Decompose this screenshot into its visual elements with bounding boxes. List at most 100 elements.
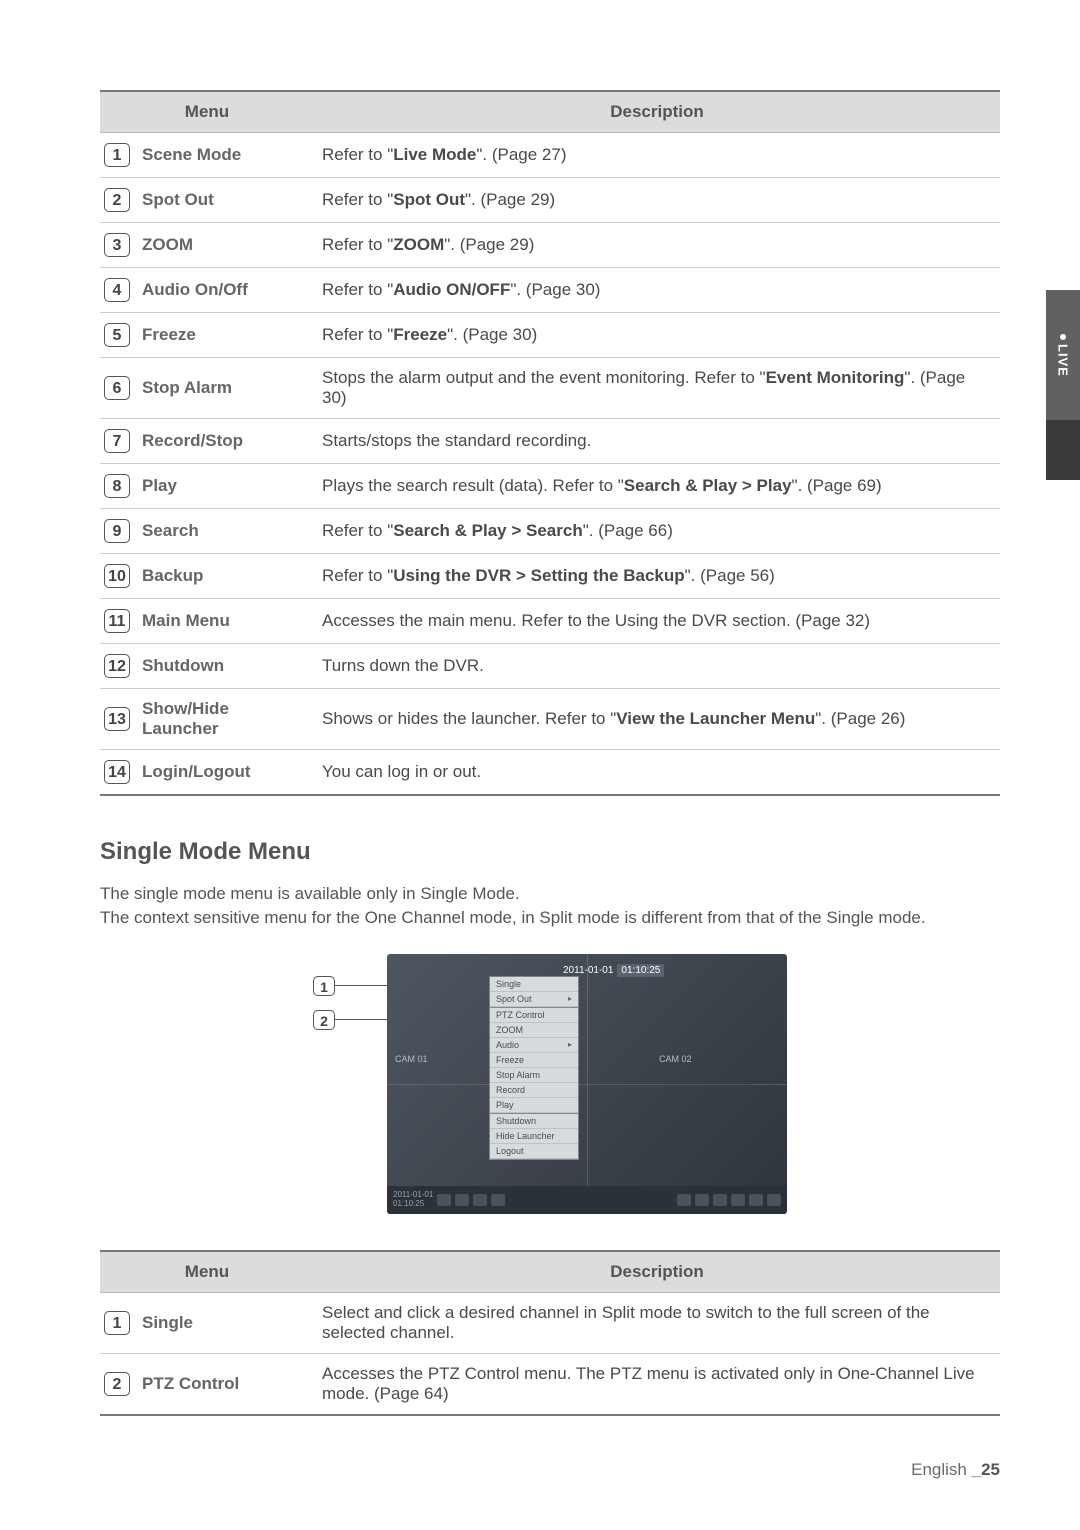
num-badge: 9 [104, 519, 130, 543]
ctx-item[interactable]: ZOOM [490, 1023, 578, 1038]
menu-table: Menu Description 1Scene ModeRefer to "Li… [100, 90, 1000, 796]
ctx-label: ZOOM [496, 1025, 523, 1035]
menu-desc: Select and click a desired channel in Sp… [314, 1292, 1000, 1353]
row-num: 12 [100, 644, 134, 689]
callout-line-icon [335, 985, 387, 987]
table-row: 14Login/LogoutYou can log in or out. [100, 750, 1000, 796]
menu-name: PTZ Control [134, 1353, 314, 1415]
num-badge: 11 [104, 609, 130, 633]
num-badge: 4 [104, 278, 130, 302]
menu-desc: You can log in or out. [314, 750, 1000, 796]
table-row: 1SingleSelect and click a desired channe… [100, 1292, 1000, 1353]
side-tab-label: LIVE [1056, 334, 1071, 377]
ctx-item[interactable]: Logout [490, 1144, 578, 1159]
context-menu: SingleSpot Out▸PTZ Control ZOOM Audio▸Free… [489, 976, 579, 1160]
row-num: 4 [100, 268, 134, 313]
bar-icon [731, 1194, 745, 1206]
num-badge: 12 [104, 654, 130, 678]
bar-ts-time: 01:10:25 [393, 1199, 424, 1208]
single-mode-table: Menu Description 1SingleSelect and click… [100, 1250, 1000, 1416]
row-num: 1 [100, 1292, 134, 1353]
ctx-item[interactable]: Spot Out▸ [490, 992, 578, 1007]
grid-line-icon [387, 1084, 787, 1085]
menu-name: Single [134, 1292, 314, 1353]
row-num: 13 [100, 689, 134, 750]
menu-name: ZOOM [134, 223, 314, 268]
ts-date: 2011-01-01 [563, 965, 613, 976]
section-intro: The single mode menu is available only i… [100, 882, 1000, 930]
table-row: 3ZOOMRefer to "ZOOM". (Page 29) [100, 223, 1000, 268]
menu-desc: Accesses the main menu. Refer to the Usi… [314, 599, 1000, 644]
row-num: 5 [100, 313, 134, 358]
ctx-item[interactable]: Record [490, 1083, 578, 1098]
num-badge: 3 [104, 233, 130, 257]
footer: English _25 [911, 1460, 1000, 1480]
menu-desc: Stops the alarm output and the event mon… [314, 358, 1000, 419]
callout-badge-1: 1 [313, 976, 335, 996]
num-badge: 2 [104, 188, 130, 212]
table-row: 6Stop AlarmStops the alarm output and th… [100, 358, 1000, 419]
table-row: 13Show/Hide LauncherShows or hides the l… [100, 689, 1000, 750]
callout-badge-2: 2 [313, 1010, 335, 1030]
num-badge: 7 [104, 429, 130, 453]
row-num: 2 [100, 178, 134, 223]
menu-name: Search [134, 509, 314, 554]
ctx-label: Hide Launcher [496, 1131, 555, 1141]
callout-line-icon [335, 1019, 387, 1021]
ctx-item[interactable]: Hide Launcher [490, 1129, 578, 1144]
num-badge: 5 [104, 323, 130, 347]
ctx-label: Stop Alarm [496, 1070, 540, 1080]
cam-label: CAM 02 [659, 1054, 692, 1064]
ctx-item[interactable]: Shutdown [490, 1113, 578, 1129]
chevron-right-icon: ▸ [568, 1040, 572, 1049]
menu-desc: Plays the search result (data). Refer to… [314, 464, 1000, 509]
side-tab-text: LIVE [1056, 344, 1071, 377]
menu-name: Show/Hide Launcher [134, 689, 314, 750]
num-badge: 1 [104, 1311, 130, 1335]
cam-label: CAM 01 [395, 1054, 428, 1064]
th-desc: Description [314, 91, 1000, 133]
ctx-item[interactable]: PTZ Control [490, 1007, 578, 1023]
ctx-item[interactable]: Freeze [490, 1053, 578, 1068]
table-row: 8PlayPlays the search result (data). Ref… [100, 464, 1000, 509]
bar-icon [767, 1194, 781, 1206]
menu-name: Backup [134, 554, 314, 599]
menu-name: Audio On/Off [134, 268, 314, 313]
menu-name: Freeze [134, 313, 314, 358]
ctx-label: Play [496, 1100, 514, 1110]
ctx-item[interactable]: Play [490, 1098, 578, 1113]
ctx-item[interactable]: Single [490, 977, 578, 992]
row-num: 6 [100, 358, 134, 419]
ctx-item[interactable]: Stop Alarm [490, 1068, 578, 1083]
ctx-item[interactable]: Audio▸ [490, 1038, 578, 1053]
table-row: 1Scene ModeRefer to "Live Mode". (Page 2… [100, 133, 1000, 178]
table-row: 5FreezeRefer to "Freeze". (Page 30) [100, 313, 1000, 358]
menu-desc: Refer to "Using the DVR > Setting the Ba… [314, 554, 1000, 599]
menu-desc: Refer to "Audio ON/OFF". (Page 30) [314, 268, 1000, 313]
side-tab-dark [1046, 420, 1080, 480]
num-badge: 10 [104, 564, 130, 588]
table-row: 9SearchRefer to "Search & Play > Search"… [100, 509, 1000, 554]
side-tab-block: LIVE [1046, 290, 1080, 420]
num-badge: 13 [104, 707, 130, 731]
bar-icon [695, 1194, 709, 1206]
row-num: 1 [100, 133, 134, 178]
menu-desc: Refer to "Live Mode". (Page 27) [314, 133, 1000, 178]
grid-line-icon [587, 954, 588, 1186]
table-row: 10BackupRefer to "Using the DVR > Settin… [100, 554, 1000, 599]
table-row: 7Record/StopStarts/stops the standard re… [100, 419, 1000, 464]
footer-page: _25 [972, 1460, 1000, 1479]
callout-1: 1 [313, 976, 387, 996]
menu-desc: Accesses the PTZ Control menu. The PTZ m… [314, 1353, 1000, 1415]
row-num: 3 [100, 223, 134, 268]
row-num: 9 [100, 509, 134, 554]
th-menu: Menu [100, 91, 314, 133]
table-row: 12ShutdownTurns down the DVR. [100, 644, 1000, 689]
chevron-right-icon: ▸ [568, 994, 572, 1003]
menu-desc: Refer to "Spot Out". (Page 29) [314, 178, 1000, 223]
screenshot-figure: 1 2 2011-01-01 01:10:25 CAM 01 CAM 02 CA… [100, 954, 1000, 1214]
table-row: 4Audio On/OffRefer to "Audio ON/OFF". (P… [100, 268, 1000, 313]
menu-desc: Refer to "Freeze". (Page 30) [314, 313, 1000, 358]
ctx-label: Record [496, 1085, 525, 1095]
th-menu: Menu [100, 1251, 314, 1293]
